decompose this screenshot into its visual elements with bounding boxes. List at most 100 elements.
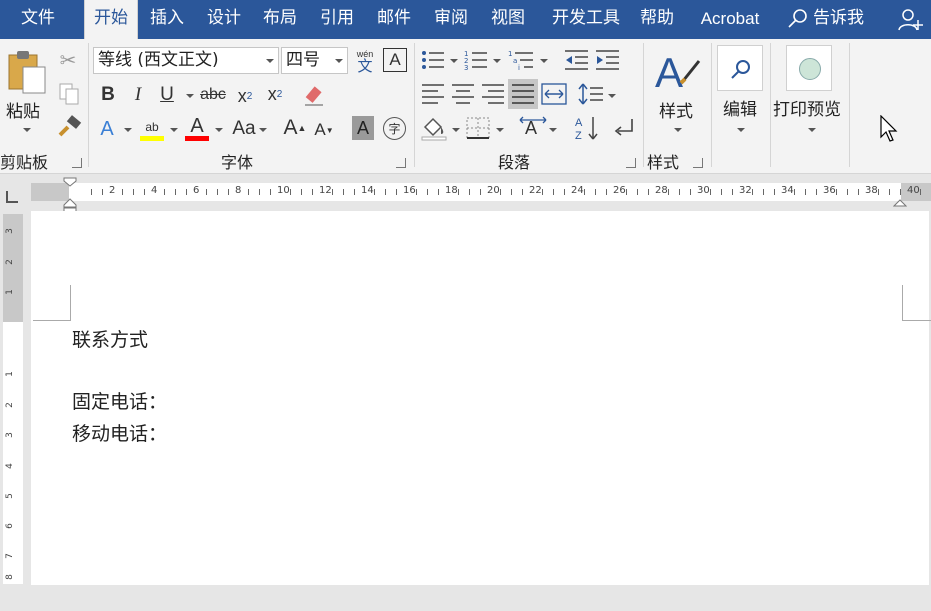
line-spacing-icon[interactable] [578, 82, 604, 106]
change-case-icon[interactable]: Aa [229, 117, 259, 141]
multilevel-list-icon[interactable]: 1ai [508, 49, 534, 71]
menu-tab-help[interactable]: 帮助 [632, 0, 682, 39]
tell-me-search[interactable]: 告诉我 [787, 0, 864, 39]
format-painter-icon[interactable] [58, 115, 82, 137]
ruler-number: 18 [445, 185, 458, 196]
editing-button-frame[interactable] [717, 45, 763, 91]
ruler-tick [648, 189, 649, 195]
underline-icon[interactable]: U [156, 83, 178, 107]
menu-tab-layout[interactable]: 布局 [253, 0, 307, 39]
char-border-icon[interactable]: A [383, 48, 407, 72]
ruler-tick [553, 189, 554, 195]
chinese-layout-icon[interactable]: A [519, 116, 547, 140]
shading-dropdown-icon[interactable] [452, 128, 460, 132]
align-center-icon[interactable] [451, 83, 475, 105]
font-name-select[interactable]: 等线 (西文正文) [93, 47, 279, 74]
copy-icon[interactable] [58, 82, 80, 106]
sort-icon[interactable]: AZ [574, 115, 600, 141]
vertical-ruler[interactable]: 3 2 1 1 2 3 4 5 6 7 8 [3, 214, 23, 584]
grow-font-icon[interactable]: A ▲ [283, 115, 307, 141]
borders-icon[interactable] [466, 117, 490, 139]
share-user-icon[interactable] [898, 8, 924, 32]
phonetic-guide-icon[interactable]: wén 文 [354, 45, 376, 77]
highlight-dropdown-icon[interactable] [170, 128, 178, 132]
right-indent-marker[interactable] [893, 198, 907, 208]
paste-dropdown-icon[interactable] [23, 128, 31, 132]
svg-text:A: A [575, 117, 583, 129]
ruler-tick [836, 189, 837, 195]
multilevel-list-dropdown-icon[interactable] [540, 59, 548, 63]
subscript-icon[interactable]: x2 [233, 83, 257, 109]
justify-icon[interactable] [511, 83, 535, 105]
editing-dropdown-icon[interactable] [737, 128, 745, 132]
ruler-number: 34 [781, 185, 794, 196]
decrease-indent-icon[interactable] [563, 49, 589, 71]
distributed-icon[interactable] [541, 82, 567, 106]
menu-tab-home[interactable]: 开始 [84, 0, 138, 39]
menu-tab-mailings[interactable]: 邮件 [367, 0, 421, 39]
ruler-number: 22 [529, 185, 542, 196]
clipboard-launcher-icon[interactable] [72, 158, 82, 168]
italic-icon[interactable]: I [128, 83, 148, 107]
clear-formatting-icon[interactable] [303, 85, 325, 107]
document-page[interactable]: 联系方式 固定电话： 移动电话： [31, 211, 931, 585]
print-preview-label[interactable]: 打印预览 [773, 95, 841, 120]
text-effects-icon[interactable]: A [96, 117, 118, 141]
change-case-dropdown-icon[interactable] [259, 128, 267, 132]
menu-tab-acrobat[interactable]: Acrobat [688, 0, 772, 39]
font-launcher-icon[interactable] [396, 158, 406, 168]
text-effects-dropdown-icon[interactable] [124, 128, 132, 132]
menu-tab-developer[interactable]: 开发工具 [541, 0, 631, 39]
char-shading-icon[interactable]: A [352, 116, 374, 140]
bold-icon[interactable]: B [98, 83, 118, 107]
styles-icon[interactable]: A [655, 47, 701, 93]
line-spacing-dropdown-icon[interactable] [608, 94, 616, 98]
menu-tab-design[interactable]: 设计 [197, 0, 251, 39]
styles-label[interactable]: 样式 [659, 97, 693, 122]
doc-line-contact[interactable]: 联系方式 [72, 325, 148, 352]
paragraph-launcher-icon[interactable] [626, 158, 636, 168]
show-formatting-marks-icon[interactable] [612, 117, 636, 139]
styles-dropdown-icon[interactable] [674, 128, 682, 132]
vertical-ruler-number: 3 [4, 228, 15, 234]
numbering-icon[interactable]: 123 [464, 49, 488, 71]
print-preview-button-frame[interactable] [786, 45, 832, 91]
menu-tab-file[interactable]: 文件 [4, 0, 72, 39]
editing-label[interactable]: 编辑 [723, 95, 757, 120]
numbering-dropdown-icon[interactable] [493, 59, 501, 63]
paste-icon[interactable] [7, 49, 47, 95]
shading-icon[interactable] [421, 115, 447, 141]
horizontal-ruler[interactable]: 2 4 6 8 10 12 14 16 18 20 22 24 26 28 30 32 34 36 38 40 [31, 183, 931, 201]
menu-tab-insert[interactable]: 插入 [140, 0, 194, 39]
borders-dropdown-icon[interactable] [496, 128, 504, 132]
enclose-characters-icon[interactable]: 字 [383, 117, 406, 140]
menu-tab-view[interactable]: 视图 [480, 0, 536, 39]
font-size-dropdown-icon[interactable] [335, 59, 343, 63]
menu-tab-review[interactable]: 审阅 [424, 0, 478, 39]
print-preview-dropdown-icon[interactable] [808, 128, 816, 132]
ruler-tick [343, 189, 344, 195]
align-right-icon[interactable] [481, 83, 505, 105]
align-left-icon[interactable] [421, 83, 445, 105]
tab-selector-icon[interactable] [6, 191, 18, 203]
superscript-icon[interactable]: x2 [263, 81, 287, 107]
shrink-font-icon[interactable]: A ▼ [313, 119, 335, 141]
bullets-icon[interactable] [421, 49, 445, 71]
underline-dropdown-icon[interactable] [186, 94, 194, 98]
menu-tab-references[interactable]: 引用 [310, 0, 364, 39]
cut-icon[interactable]: ✂ [57, 49, 79, 72]
increase-indent-icon[interactable] [594, 49, 620, 71]
bullets-dropdown-icon[interactable] [450, 59, 458, 63]
font-color-icon[interactable]: A [185, 115, 209, 137]
font-name-dropdown-icon[interactable] [266, 59, 274, 63]
strikethrough-icon[interactable]: abc [198, 83, 228, 107]
doc-line-landline[interactable]: 固定电话： [72, 387, 167, 414]
chinese-layout-dropdown-icon[interactable] [549, 128, 557, 132]
doc-line-mobile[interactable]: 移动电话： [72, 419, 167, 446]
font-color-dropdown-icon[interactable] [215, 128, 223, 132]
ruler-tick [763, 189, 764, 195]
paste-label[interactable]: 粘贴 [6, 97, 40, 122]
styles-launcher-icon[interactable] [693, 158, 703, 168]
first-line-indent-marker[interactable] [63, 177, 77, 187]
ruler-tick [217, 189, 218, 195]
